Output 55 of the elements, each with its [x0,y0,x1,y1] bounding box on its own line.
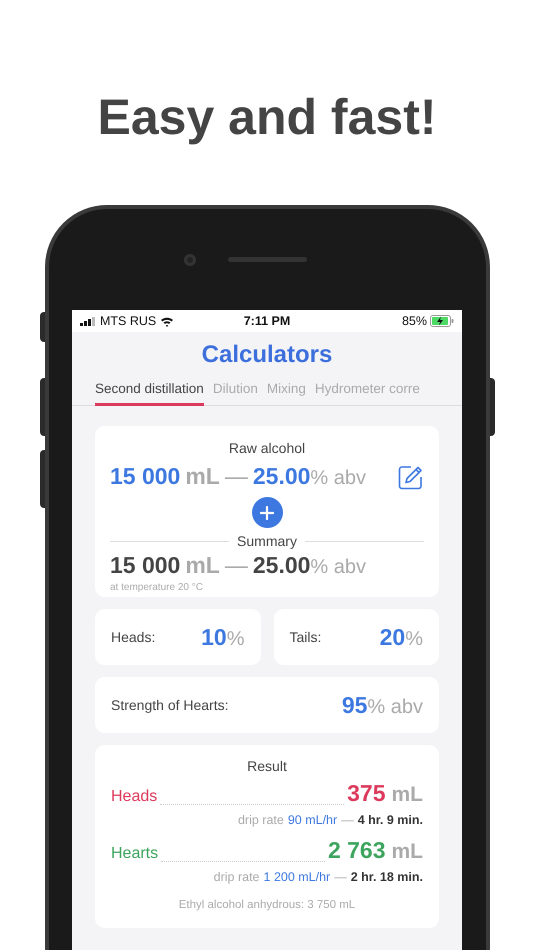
temperature-note: at temperature 20 °C [110,582,203,593]
signal-icon [80,316,96,326]
speaker-icon [228,257,307,262]
battery-percent: 85% [402,312,427,330]
unit-label: % [226,626,244,652]
plus-icon [260,506,274,520]
result-volume: 375 [347,779,386,807]
volume-value: 15 000 [110,463,180,489]
side-button[interactable] [40,450,45,508]
edit-icon[interactable] [398,464,423,490]
drip-rate: 90 mL/hr [288,812,338,829]
field-label: Tails: [290,628,322,646]
headline: Easy and fast! [97,88,436,146]
unit-label: mL [392,838,423,865]
carrier-name: MTS RUS [100,312,156,330]
tab[interactable]: Second distillation [95,380,204,406]
unit-label: % abv [310,466,366,491]
field-value[interactable]: 10 [201,620,227,654]
unit-label: % abv [367,694,423,720]
volume-value: 15 000 [110,552,180,578]
result-volume: 2 763 [328,836,386,864]
fraction-name: Heads [111,787,158,807]
card-title: Result [247,757,287,776]
duration: 2 hr. 18 min. [350,868,423,886]
unit-label: % abv [310,555,366,580]
duration: 4 hr. 9 min. [358,812,423,829]
strength-value: 25.00 [252,552,310,578]
unit-label: % [405,626,423,652]
footnote: Ethyl alcohol anhydrous: 3 750 mL [178,898,356,912]
rate-label: drip rate [214,868,260,886]
section-title: Summary [237,532,297,551]
unit-label: mL [392,782,423,808]
side-button[interactable] [40,312,45,342]
strength-value: 25.00 [252,463,310,489]
drip-rate: 1 200 mL/hr [264,868,330,886]
side-button[interactable] [490,378,495,436]
status-time: 7:11 PM [244,312,290,330]
card-title: Raw alcohol [228,439,306,458]
battery-icon [430,315,454,327]
dash: — [334,868,347,886]
dash: — [341,812,354,829]
rate-label: drip rate [238,812,284,829]
fraction-name: Hearts [111,844,158,864]
screen-title: Calculators [202,340,332,370]
unit-label: mL [185,552,220,578]
add-button[interactable] [252,497,282,528]
field-value[interactable]: 95 [342,688,368,722]
dash: — [224,552,248,578]
field-label: Heads: [111,628,156,646]
field-label: Strength of Hearts: [111,696,229,715]
unit-label: mL [185,463,220,489]
wifi-icon [160,316,174,326]
field-value[interactable]: 20 [380,620,406,654]
side-button[interactable] [40,378,45,436]
dash: — [224,463,248,489]
